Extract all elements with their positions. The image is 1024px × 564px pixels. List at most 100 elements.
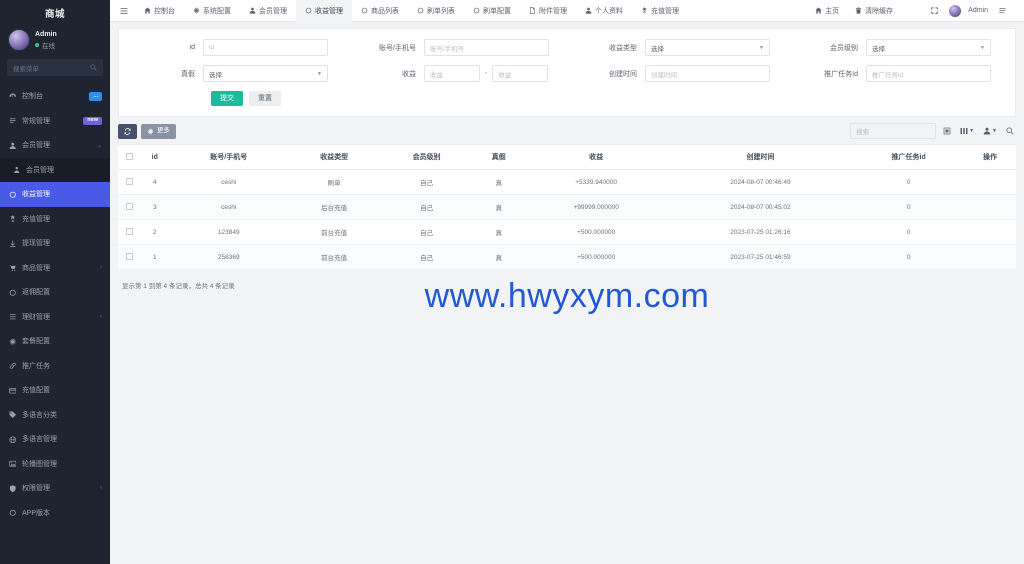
sidebar-item-label: 套餐配置 bbox=[22, 338, 50, 346]
filter-income-min-input[interactable]: 收益 bbox=[424, 65, 480, 82]
sidebar-item-label: 推广任务 bbox=[22, 362, 50, 370]
table-row[interactable]: 1 258369 前台充值 自己真 +500.000000 2023-07-25 01:4… bbox=[118, 244, 1016, 270]
fullscreen-icon[interactable] bbox=[927, 7, 942, 14]
filter-income-type-select[interactable]: 选择 ▼ bbox=[645, 39, 770, 56]
sidebar-item-2[interactable]: 会员管理 ⌄ bbox=[0, 133, 110, 158]
sidebar-item-label: 权限管理 bbox=[22, 485, 50, 493]
submit-button[interactable]: 提交 bbox=[211, 91, 243, 106]
chevron-down-icon: ▼ bbox=[759, 44, 764, 51]
tab-9[interactable]: 充值管理 bbox=[632, 0, 688, 22]
sidebar-item-12[interactable]: 充值配置 bbox=[0, 378, 110, 403]
sidebar-item-1[interactable]: 常规管理 new bbox=[0, 109, 110, 134]
tab-2[interactable]: 会员管理 bbox=[240, 0, 296, 22]
filter-id-input[interactable]: id bbox=[203, 39, 328, 56]
watermark: www.hwyxym.com bbox=[424, 277, 710, 315]
table-row[interactable]: 4 ceshi 刷单 自己真 +5339.940000 2024-08-07 00:46:… bbox=[118, 169, 1016, 195]
table-header-cell-4[interactable]: 会员级别 bbox=[380, 144, 473, 170]
tab-0[interactable]: 控制台 bbox=[135, 0, 184, 22]
sidebar-item-11[interactable]: 推广任务 bbox=[0, 354, 110, 379]
export-button[interactable]: ▼ bbox=[981, 127, 999, 135]
tab-6[interactable]: 刷单配置 bbox=[464, 0, 520, 22]
filter-create-time-input[interactable]: 创建时间 bbox=[645, 65, 770, 82]
filter-task-id: 推广任务Id 推广任务id bbox=[788, 65, 1009, 82]
row-checkbox[interactable] bbox=[125, 177, 133, 185]
sidebar-toggle-button[interactable] bbox=[116, 7, 135, 15]
row-checkbox-cell[interactable] bbox=[118, 169, 140, 195]
filter-account-input[interactable]: 账号/手机号 bbox=[424, 39, 549, 56]
row-checkbox[interactable] bbox=[125, 252, 133, 260]
filter-id-label: id bbox=[189, 44, 195, 51]
row-checkbox-cell[interactable] bbox=[118, 219, 140, 245]
table-header-cell-3[interactable]: 收益类型 bbox=[287, 144, 381, 170]
table-row[interactable]: 2 123849 前台充值 自己真 +500.000000 2023-07-25 01:2… bbox=[118, 219, 1016, 245]
sidebar-item-10[interactable]: 套餐配置 bbox=[0, 329, 110, 354]
row-checkbox[interactable] bbox=[125, 227, 133, 235]
columns-button[interactable]: ▼ bbox=[958, 127, 976, 135]
user-small-icon bbox=[13, 166, 20, 174]
table-header-cell-0[interactable] bbox=[118, 144, 140, 170]
cell-income: +99999.000000 bbox=[524, 194, 668, 220]
theme-icon[interactable] bbox=[909, 7, 924, 14]
filter-income-max-input[interactable]: 收益 bbox=[492, 65, 549, 82]
table-search-input[interactable]: 搜索 bbox=[850, 123, 937, 139]
filter-member-level: 会员级别 选择 ▼ bbox=[788, 39, 1009, 56]
tab-4[interactable]: 商品列表 bbox=[352, 0, 408, 22]
sidebar-item-15[interactable]: 轮播图管理 bbox=[0, 452, 110, 477]
table-row[interactable]: 3 ceshi 后台充值 自己真 +99999.000000 2024-08-07 00:… bbox=[118, 194, 1016, 220]
fullscreen-toggle-button[interactable] bbox=[941, 127, 953, 135]
topbar-action-0[interactable]: 主页 bbox=[807, 0, 847, 22]
reset-button[interactable]: 重置 bbox=[249, 91, 281, 106]
table-search-button[interactable] bbox=[1004, 127, 1016, 135]
sidebar-item-16[interactable]: 权限管理 ‹ bbox=[0, 476, 110, 501]
table-header-cell-7[interactable]: 创建时间 bbox=[667, 144, 854, 170]
table-head: id 账号/手机号 收益类型 会员级别 真假 收益 创建时间 推广任务id 操作 bbox=[118, 144, 1016, 170]
sidebar-item-4[interactable]: 收益管理 bbox=[0, 182, 110, 207]
search-icon bbox=[1006, 127, 1014, 135]
row-checkbox[interactable] bbox=[125, 202, 133, 210]
tab-3[interactable]: 收益管理 bbox=[296, 0, 352, 22]
row-checkbox-cell[interactable] bbox=[118, 194, 140, 220]
sidebar-menu-search[interactable]: 搜索菜单 bbox=[7, 59, 103, 76]
filter-income-label: 收益 bbox=[402, 70, 416, 78]
sidebar-user-profile[interactable]: Admin 在线 bbox=[0, 22, 110, 57]
filter-task-id-input[interactable]: 推广任务id bbox=[866, 65, 991, 82]
card-icon bbox=[8, 387, 17, 393]
refresh-button[interactable] bbox=[118, 123, 137, 139]
sidebar-item-7[interactable]: 商品管理 ‹ bbox=[0, 256, 110, 281]
tab-5[interactable]: 刷单列表 bbox=[408, 0, 464, 22]
topbar-action-1[interactable]: 清除缓存 bbox=[847, 0, 901, 22]
table-header-cell-2[interactable]: 账号/手机号 bbox=[169, 144, 288, 170]
sidebar-item-13[interactable]: 多语言分类 bbox=[0, 403, 110, 428]
sidebar-item-0[interactable]: 控制台... bbox=[0, 84, 110, 109]
more-button[interactable]: 更多 bbox=[141, 123, 176, 139]
avatar[interactable] bbox=[949, 4, 962, 17]
tab-label: 充值管理 bbox=[651, 7, 679, 15]
table-header-cell-6[interactable]: 收益 bbox=[524, 144, 668, 170]
sidebar-item-5[interactable]: 充值管理 bbox=[0, 207, 110, 232]
table-header-cell-8[interactable]: 推广任务id bbox=[853, 144, 964, 170]
table-header-cell-5[interactable]: 真假 bbox=[472, 144, 525, 170]
settings-icon[interactable] bbox=[991, 7, 1010, 14]
cell-action bbox=[963, 169, 1016, 195]
tab-label: 商品列表 bbox=[371, 7, 399, 15]
sidebar-item-8[interactable]: 返佣配置 bbox=[0, 280, 110, 305]
table-header-cell-9[interactable]: 操作 bbox=[963, 144, 1016, 170]
tab-8[interactable]: 个人资料 bbox=[576, 0, 632, 22]
sidebar-item-3[interactable]: 会员管理 bbox=[0, 157, 110, 182]
user-name: Admin bbox=[35, 30, 57, 38]
filter-member-level-select[interactable]: 选择 ▼ bbox=[866, 39, 991, 56]
sidebar-item-9[interactable]: 理财管理 ‹ bbox=[0, 305, 110, 330]
tab-1[interactable]: 系统配置 bbox=[184, 0, 240, 22]
sidebar-item-17[interactable]: APP版本 bbox=[0, 501, 110, 526]
tab-7[interactable]: 附件管理 bbox=[520, 0, 576, 22]
sidebar-item-14[interactable]: 多语言管理 bbox=[0, 427, 110, 452]
table-header-cell-1[interactable]: id bbox=[140, 144, 170, 170]
sidebar-item-6[interactable]: 提现管理 bbox=[0, 231, 110, 256]
filter-id: id id bbox=[125, 39, 346, 56]
select-all-checkbox[interactable] bbox=[125, 152, 133, 160]
row-checkbox-cell[interactable] bbox=[118, 244, 140, 270]
filter-account-label: 账号/手机号 bbox=[379, 44, 416, 52]
circle-icon bbox=[9, 289, 16, 296]
trash-icon bbox=[856, 7, 862, 14]
filter-truefalse-select[interactable]: 选择 ▼ bbox=[203, 65, 328, 82]
